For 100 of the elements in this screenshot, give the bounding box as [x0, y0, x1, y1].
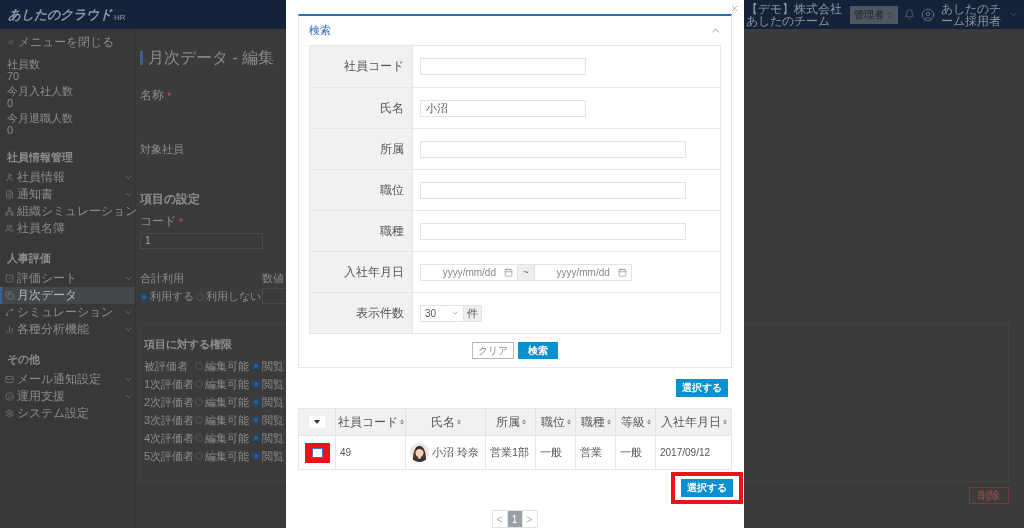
company-name: 【デモ】株式会社あしたのチーム	[746, 2, 843, 27]
sidebar-item[interactable]: 評価シート	[0, 270, 135, 287]
column-header[interactable]: 社員コード	[335, 409, 405, 435]
radio-option[interactable]: 編集可能	[195, 430, 249, 446]
column-header[interactable]: 入社年月日	[655, 409, 731, 435]
app-logo[interactable]: あしたのクラウド	[8, 5, 112, 24]
radio-option[interactable]: 利用する	[140, 289, 194, 304]
radio-option[interactable]: 利用しない	[196, 289, 261, 304]
field-label: 所属	[310, 129, 413, 169]
section-title: 人事評価	[6, 251, 52, 266]
stat-value: 70	[6, 70, 21, 82]
double-chevron-icon	[6, 37, 15, 47]
sort-icon	[456, 419, 461, 425]
field-label: 入社年月日	[310, 252, 413, 292]
select-button[interactable]: 選択する	[676, 379, 728, 397]
range-separator: ~	[517, 264, 535, 280]
role-label: 5次評価者	[144, 448, 195, 464]
previous-page-button[interactable]: <	[491, 510, 508, 528]
sidebar-item[interactable]: 通知書	[0, 186, 135, 203]
settings-icon	[5, 409, 14, 418]
table-cell: 一般	[620, 445, 642, 460]
column-header[interactable]: 等級	[615, 409, 655, 435]
field-label: 社員コード	[310, 46, 413, 87]
calendar-icon	[617, 267, 627, 277]
panel-title: 検索	[309, 23, 331, 38]
field-label: 職位	[310, 170, 413, 210]
people-icon	[5, 224, 14, 233]
radio-option[interactable]: 閲覧	[252, 376, 284, 392]
radio-option[interactable]: 閲覧	[252, 358, 284, 374]
text-field[interactable]: 小沼	[420, 99, 586, 117]
avatar-icon	[921, 7, 935, 22]
required-mark: *	[179, 215, 184, 228]
field-label: 職種	[310, 211, 413, 251]
column-header[interactable]: 所属	[485, 409, 535, 435]
stat-label: 今月入社人数	[6, 85, 74, 97]
date-placeholder: yyyy/mm/dd	[442, 266, 496, 278]
radio-option[interactable]: 閲覧	[252, 430, 284, 446]
radio-option[interactable]: 編集可能	[195, 394, 249, 410]
copy-icon	[5, 291, 14, 300]
sidebar-item[interactable]: 社員名簿	[0, 220, 135, 237]
text-field[interactable]	[420, 222, 686, 240]
table-cell: 小沼 玲奈	[432, 445, 480, 460]
clear-button[interactable]: クリア	[472, 342, 514, 359]
code-field[interactable]: 1	[140, 233, 263, 249]
sidebar-item[interactable]: 月次データ	[0, 287, 135, 304]
sort-icon	[566, 419, 571, 425]
user-name[interactable]: あしたのチーム採用者	[941, 2, 1003, 27]
radio-option[interactable]: 編集可能	[195, 376, 249, 392]
radio-option[interactable]: 編集可能	[195, 358, 249, 374]
text-field[interactable]	[420, 181, 686, 199]
date-range-field[interactable]: yyyy/mm/dd ~ yyyy/mm/dd	[420, 263, 632, 281]
sidebar-item[interactable]: 社員情報	[0, 169, 135, 186]
field-label: 対象社員	[140, 142, 184, 157]
collapse-menu-link[interactable]: メニューを閉じる	[0, 35, 120, 49]
select-button[interactable]: 選択する	[681, 479, 733, 497]
delete-button[interactable]: 削除	[969, 487, 1009, 504]
role-label: 被評価者	[144, 358, 189, 374]
sidebar-item[interactable]: 各種分析機能	[0, 321, 135, 338]
select-menu-button[interactable]	[309, 416, 325, 428]
caret-icon	[314, 420, 320, 424]
sidebar-item[interactable]: 組織シミュレーション	[0, 203, 135, 220]
row-checkbox[interactable]	[311, 447, 323, 458]
radio-option[interactable]: 閲覧	[252, 394, 284, 410]
sort-icon	[606, 419, 611, 425]
radio-option[interactable]: 閲覧	[252, 412, 284, 428]
role-label: 3次評価者	[144, 412, 195, 428]
table-cell: 2017/09/12	[660, 447, 711, 458]
section-heading: 項目に対する権限	[144, 337, 232, 352]
table-cell: 営業	[580, 445, 602, 460]
smiley-icon	[5, 392, 14, 401]
checkbox-icon	[5, 274, 14, 283]
section-heading: 項目の設定	[140, 191, 200, 208]
text-field[interactable]	[420, 140, 686, 158]
chevron-down-icon	[1009, 10, 1018, 19]
role-label: 2次評価者	[144, 394, 195, 410]
date-placeholder: yyyy/mm/dd	[556, 266, 610, 278]
role-label: 4次評価者	[144, 430, 195, 446]
stat-value: 0	[6, 97, 15, 109]
sidebar-item[interactable]: シミュレーション	[0, 304, 135, 321]
close-icon	[730, 4, 739, 13]
radio-option[interactable]: 編集可能	[195, 412, 249, 428]
document-icon	[5, 190, 14, 199]
sidebar-item[interactable]: メール通知設定	[0, 371, 135, 388]
sort-icon	[722, 419, 727, 425]
sort-icon	[521, 419, 526, 425]
column-header[interactable]: 氏名	[405, 409, 485, 435]
graph-icon	[5, 308, 14, 317]
search-button[interactable]: 検索	[518, 342, 558, 359]
required-mark: *	[167, 89, 172, 102]
logo-suffix: HR	[114, 13, 126, 22]
sidebar-item[interactable]: 運用支援	[0, 388, 135, 405]
bar-chart-icon	[5, 325, 14, 334]
radio-option[interactable]: 編集可能	[195, 448, 249, 464]
section-title: その他	[6, 352, 41, 367]
column-header[interactable]: 職位	[535, 409, 575, 435]
column-header[interactable]: 職種	[575, 409, 615, 435]
radio-option[interactable]: 閲覧	[252, 448, 284, 464]
text-field[interactable]	[420, 58, 586, 75]
sidebar-item[interactable]: システム設定	[0, 405, 135, 422]
role-label: 1次評価者	[144, 376, 195, 392]
